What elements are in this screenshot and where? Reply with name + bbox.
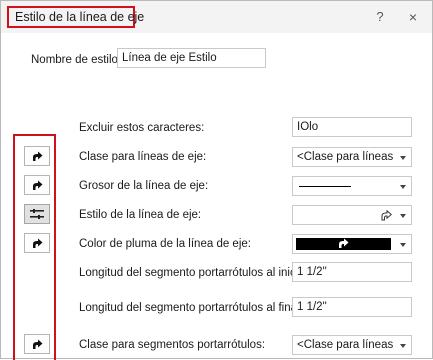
leader-class-label: Clase para segmentos portarrótulos: [79,339,266,351]
exclude-chars-field[interactable] [292,117,412,137]
pen-color-dropdown[interactable] [292,234,412,254]
leader-class-dropdown[interactable]: <Clase para líneas de eje> [292,335,412,355]
curved-arrow-icon [33,180,43,190]
curved-arrow-outline-icon [380,210,392,221]
curved-arrow-icon [33,238,43,248]
curved-arrow-icon [337,238,349,249]
line-weight-sample [299,186,351,187]
line-style-label: Estilo de la línea de eje: [79,209,202,221]
style-name-field[interactable] [117,48,266,68]
leader-start-field[interactable] [292,262,412,282]
chevron-down-icon [400,156,406,160]
line-class-label: Clase para líneas de eje: [79,151,207,163]
dialog-title: Estilo de la línea de eje [7,6,144,28]
line-weight-dropdown[interactable] [292,176,412,196]
title-bar: Estilo de la línea de eje ? × [1,1,432,33]
close-button[interactable]: × [406,9,420,25]
chevron-down-icon [400,185,406,189]
line-style-dialog: Estilo de la línea de eje ? × Nombre de … [0,0,433,360]
style-name-label: Nombre de estilo: [31,54,122,66]
line-class-dropdown[interactable]: <Clase para líneas de eje> [292,147,412,167]
leader-end-label: Longitud del segmento portarrótulos al f… [79,302,303,314]
leader-class-by-class-button[interactable] [24,334,50,354]
line-weight-label: Grosor de la línea de eje: [79,180,209,192]
curved-arrow-icon [33,339,43,349]
line-class-value: <Clase para líneas de eje> [297,151,393,163]
curved-arrow-icon [33,151,43,161]
line-weight-by-class-button[interactable] [24,175,50,195]
leader-end-field[interactable] [292,297,412,317]
pen-color-label: Color de pluma de la línea de eje: [79,238,251,250]
exclude-chars-label: Excluir estos caracteres: [79,122,205,134]
chevron-down-icon [400,214,406,218]
chevron-down-icon [400,243,406,247]
line-style-by-class-button[interactable] [24,204,50,224]
chevron-down-icon [400,344,406,348]
pen-color-by-class-button[interactable] [24,233,50,253]
sliders-icon [30,209,44,219]
leader-start-label: Longitud del segmento portarrótulos al i… [79,267,308,279]
leader-class-value: <Clase para líneas de eje> [297,339,393,351]
line-style-dropdown[interactable] [292,205,412,225]
help-button[interactable]: ? [373,9,387,24]
line-class-by-class-button[interactable] [24,146,50,166]
